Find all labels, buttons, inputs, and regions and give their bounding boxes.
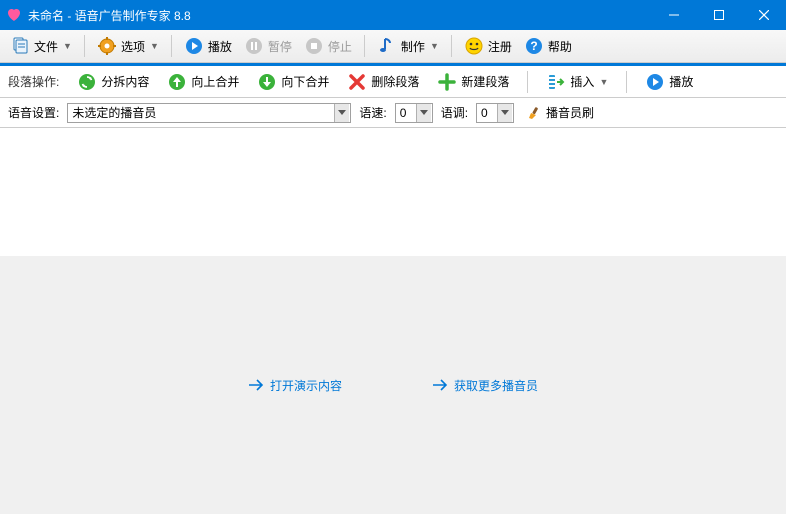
separator xyxy=(527,71,528,93)
options-label: 选项 xyxy=(121,38,145,55)
voice-settings-row: 语音设置: 未选定的播音员 语速: 0 语调: 0 播音员刷 xyxy=(0,98,786,128)
more-link-label: 获取更多播音员 xyxy=(454,377,538,394)
play-icon xyxy=(184,36,204,56)
announcer-combo[interactable]: 未选定的播音员 xyxy=(67,103,351,123)
maximize-button[interactable] xyxy=(696,0,741,30)
stop-label: 停止 xyxy=(328,38,352,55)
file-icon xyxy=(10,36,30,56)
svg-text:?: ? xyxy=(530,39,537,53)
new-section-button[interactable]: 新建段落 xyxy=(433,70,513,94)
insert-label: 插入 xyxy=(570,73,594,90)
merge-down-button[interactable]: 向下合并 xyxy=(253,70,333,94)
toolbar-play-label: 播放 xyxy=(669,73,693,90)
open-demo-link[interactable]: 打开演示内容 xyxy=(248,377,342,394)
brush-label: 播音员刷 xyxy=(546,104,594,121)
demo-link-label: 打开演示内容 xyxy=(270,377,342,394)
register-label: 注册 xyxy=(488,38,512,55)
delete-button[interactable]: 删除段落 xyxy=(343,70,423,94)
options-menu[interactable]: 选项 ▼ xyxy=(93,34,163,58)
split-button[interactable]: 分拆内容 xyxy=(73,70,153,94)
tone-label: 语调: xyxy=(441,104,468,121)
help-label: 帮助 xyxy=(548,38,572,55)
bottom-panel: 打开演示内容 获取更多播音员 xyxy=(0,256,786,514)
tone-combo[interactable]: 0 xyxy=(476,103,514,123)
pause-label: 暂停 xyxy=(268,38,292,55)
chevron-down-icon xyxy=(497,104,512,122)
title-bar: 未命名 - 语音广告制作专家 8.8 xyxy=(0,0,786,30)
arrow-down-icon xyxy=(257,72,277,92)
speed-value: 0 xyxy=(400,106,407,120)
gear-icon xyxy=(97,36,117,56)
pause-menu[interactable]: 暂停 xyxy=(240,34,296,58)
note-icon xyxy=(377,36,397,56)
help-menu[interactable]: ? 帮助 xyxy=(520,34,576,58)
merge-up-label: 向上合并 xyxy=(191,73,239,90)
menu-bar: 文件 ▼ 选项 ▼ 播放 暂停 停止 制作 ▼ 注册 ? 帮助 xyxy=(0,30,786,63)
file-label: 文件 xyxy=(34,38,58,55)
separator xyxy=(626,71,627,93)
help-icon: ? xyxy=(524,36,544,56)
section-toolbar: 段落操作: 分拆内容 向上合并 向下合并 删除段落 新建段落 插入 ▼ 播放 xyxy=(0,66,786,98)
separator xyxy=(84,35,85,57)
brush-icon xyxy=(526,105,542,121)
arrow-right-icon xyxy=(432,378,448,392)
chevron-down-icon: ▼ xyxy=(150,41,159,51)
file-menu[interactable]: 文件 ▼ xyxy=(6,34,76,58)
smile-icon xyxy=(464,36,484,56)
content-area xyxy=(0,128,786,256)
separator xyxy=(451,35,452,57)
speed-combo[interactable]: 0 xyxy=(395,103,433,123)
toolbar-play-button[interactable]: 播放 xyxy=(641,70,697,94)
announcer-value: 未选定的播音员 xyxy=(72,104,156,121)
insert-button[interactable]: 插入 ▼ xyxy=(542,70,612,94)
arrow-up-icon xyxy=(167,72,187,92)
refresh-icon xyxy=(77,72,97,92)
register-menu[interactable]: 注册 xyxy=(460,34,516,58)
play-menu[interactable]: 播放 xyxy=(180,34,236,58)
arrow-right-icon xyxy=(248,378,264,392)
separator xyxy=(171,35,172,57)
delete-label: 删除段落 xyxy=(371,73,419,90)
merge-up-button[interactable]: 向上合并 xyxy=(163,70,243,94)
play-label: 播放 xyxy=(208,38,232,55)
chevron-down-icon: ▼ xyxy=(430,41,439,51)
close-button[interactable] xyxy=(741,0,786,30)
minimize-button[interactable] xyxy=(651,0,696,30)
chevron-down-icon: ▼ xyxy=(599,77,608,87)
stop-icon xyxy=(304,36,324,56)
voice-settings-label: 语音设置: xyxy=(8,104,59,121)
pause-icon xyxy=(244,36,264,56)
insert-icon xyxy=(546,72,566,92)
plus-icon xyxy=(437,72,457,92)
x-icon xyxy=(347,72,367,92)
play-icon xyxy=(645,72,665,92)
tone-value: 0 xyxy=(481,106,488,120)
window-title: 未命名 - 语音广告制作专家 8.8 xyxy=(28,7,651,24)
new-label: 新建段落 xyxy=(461,73,509,90)
merge-down-label: 向下合并 xyxy=(281,73,329,90)
more-announcers-link[interactable]: 获取更多播音员 xyxy=(432,377,538,394)
chevron-down-icon xyxy=(416,104,431,122)
section-ops-label: 段落操作: xyxy=(8,73,59,90)
split-label: 分拆内容 xyxy=(101,73,149,90)
chevron-down-icon: ▼ xyxy=(63,41,72,51)
chevron-down-icon xyxy=(334,104,349,122)
make-menu[interactable]: 制作 ▼ xyxy=(373,34,443,58)
speed-label: 语速: xyxy=(359,104,386,121)
brush-button[interactable]: 播音员刷 xyxy=(522,102,598,123)
separator xyxy=(364,35,365,57)
app-icon xyxy=(6,7,22,23)
make-label: 制作 xyxy=(401,38,425,55)
stop-menu[interactable]: 停止 xyxy=(300,34,356,58)
